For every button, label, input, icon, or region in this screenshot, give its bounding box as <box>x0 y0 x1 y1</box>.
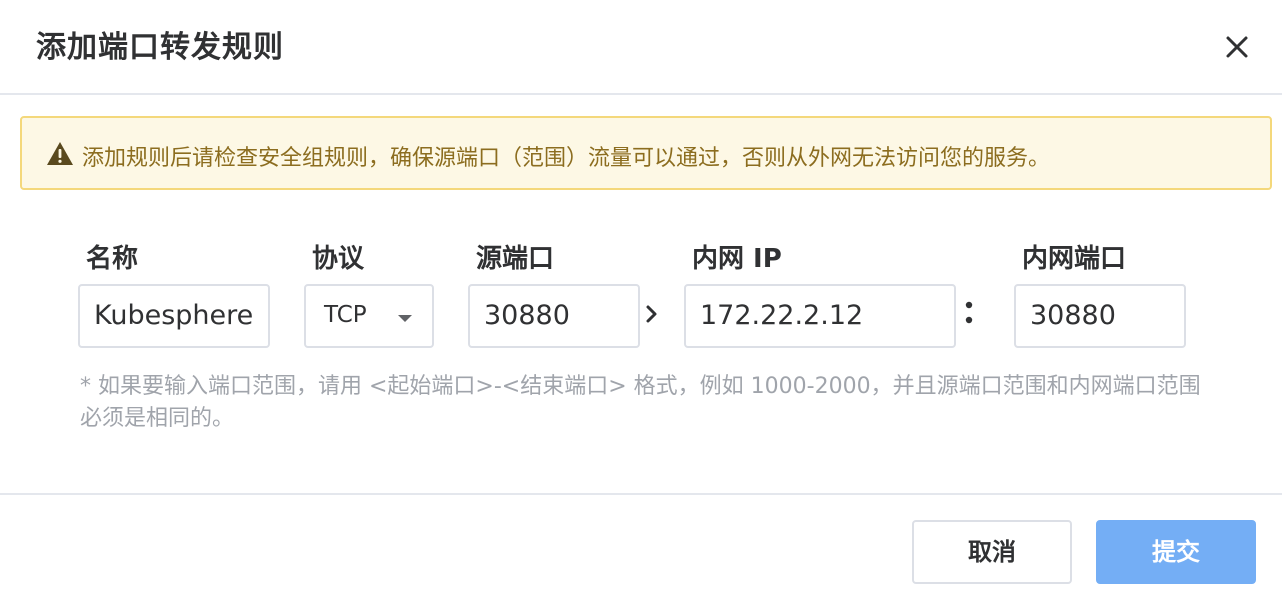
chevron-right-icon <box>646 305 657 323</box>
name-label: 名称 <box>86 244 139 274</box>
add-port-forward-dialog: 添加端口转发规则 添加规则后请检查安全组规则，确保源端口（范围）流量可以通过，否… <box>0 0 1282 598</box>
internal-port-label: 内网端口 <box>1022 244 1127 274</box>
protocol-select-value: TCP <box>324 302 367 328</box>
internal-ip-label: 内网 IP <box>692 244 782 274</box>
dialog-header: 添加端口转发规则 <box>0 0 1282 95</box>
close-icon <box>1226 36 1248 58</box>
name-input[interactable]: Kubesphere <box>78 284 270 348</box>
internal-ip-input[interactable]: 172.22.2.12 <box>684 284 956 348</box>
internal-port-input[interactable]: 30880 <box>1014 284 1186 348</box>
chevron-down-icon <box>398 315 412 322</box>
warning-banner: 添加规则后请检查安全组规则，确保源端口（范围）流量可以通过，否则从外网无法访问您… <box>20 116 1272 190</box>
source-port-input[interactable]: 30880 <box>468 284 640 348</box>
dialog-title: 添加端口转发规则 <box>36 30 284 65</box>
close-button[interactable] <box>1218 28 1256 66</box>
warning-triangle-icon <box>47 142 73 165</box>
warning-text: 添加规则后请检查安全组规则，确保源端口（范围）流量可以通过，否则从外网无法访问您… <box>82 146 1051 171</box>
port-range-hint: * 如果要输入端口范围，请用 <起始端口>-<结束端口> 格式，例如 1000-… <box>80 374 1201 431</box>
cancel-button[interactable]: 取消 <box>912 520 1072 584</box>
source-port-label: 源端口 <box>476 244 555 274</box>
colon-separator-icon <box>965 301 973 324</box>
submit-button[interactable]: 提交 <box>1096 520 1256 584</box>
footer-divider <box>0 493 1282 495</box>
protocol-select[interactable]: TCP <box>304 284 434 348</box>
protocol-label: 协议 <box>312 244 365 274</box>
